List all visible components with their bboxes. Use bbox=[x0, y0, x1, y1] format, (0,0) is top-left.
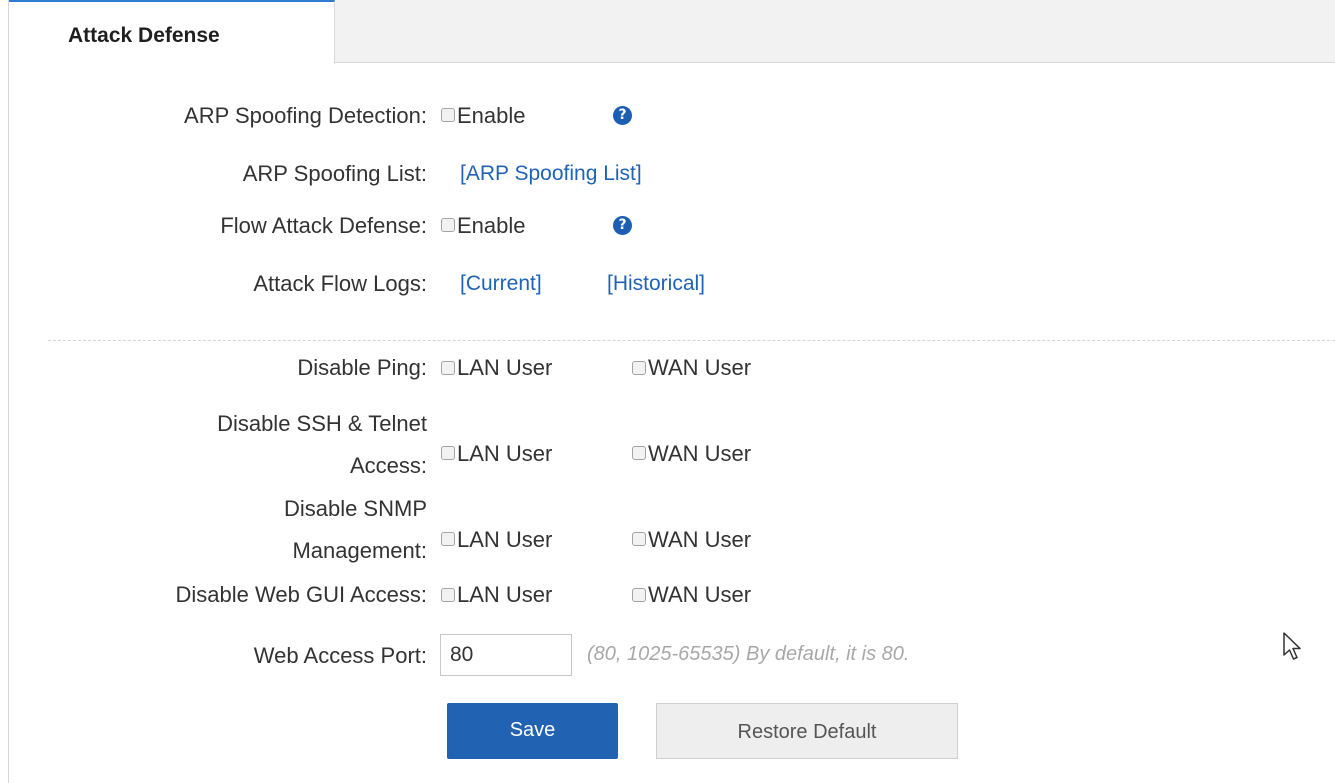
disable-snmp-wan-checkbox[interactable] bbox=[632, 532, 646, 546]
disable-web-lan-text: LAN User bbox=[457, 582, 553, 607]
flow-defense-enable-text: Enable bbox=[457, 213, 526, 238]
arp-detection-label: ARP Spoofing Detection: bbox=[184, 103, 427, 128]
disable-ssh-wan-text: WAN User bbox=[648, 441, 752, 466]
mouse-pointer-icon bbox=[1283, 632, 1301, 660]
disable-snmp-lan-checkbox[interactable] bbox=[441, 532, 455, 546]
tab-label: Attack Defense bbox=[68, 24, 220, 47]
flow-defense-checkbox[interactable] bbox=[441, 218, 455, 232]
disable-ssh-label-line1: Disable SSH & Telnet bbox=[217, 411, 427, 436]
disable-snmp-label-line1: Disable SNMP bbox=[283, 496, 427, 521]
disable-snmp-label-line2: Management: bbox=[292, 538, 427, 563]
disable-ping-wan-checkbox[interactable] bbox=[632, 361, 646, 375]
disable-ping-lan-checkbox[interactable] bbox=[441, 361, 455, 375]
disable-web-wan-checkbox[interactable] bbox=[632, 588, 646, 602]
section-divider bbox=[48, 340, 1335, 341]
disable-web-gui-label: Disable Web GUI Access: bbox=[175, 582, 427, 607]
disable-web-wan-text: WAN User bbox=[648, 582, 752, 607]
historical-logs-link[interactable]: [Historical] bbox=[607, 272, 705, 296]
disable-ssh-lan-text: LAN User bbox=[457, 441, 553, 466]
disable-snmp-wan-text: WAN User bbox=[648, 527, 752, 552]
disable-ping-label: Disable Ping: bbox=[297, 355, 427, 380]
disable-ping-lan-text: LAN User bbox=[457, 355, 553, 380]
web-access-port-label: Web Access Port: bbox=[253, 643, 427, 668]
left-frame-border bbox=[8, 0, 9, 783]
disable-ssh-lan-checkbox[interactable] bbox=[441, 446, 455, 460]
arp-spoofing-list-link[interactable]: [ARP Spoofing List] bbox=[460, 162, 642, 186]
tab-attack-defense[interactable]: Attack Defense bbox=[9, 0, 335, 64]
web-access-port-input[interactable] bbox=[440, 634, 572, 676]
question-circle-icon[interactable]: ? bbox=[613, 106, 632, 125]
save-button[interactable]: Save bbox=[447, 703, 618, 759]
restore-default-button[interactable]: Restore Default bbox=[656, 703, 958, 759]
disable-ssh-wan-checkbox[interactable] bbox=[632, 446, 646, 460]
arp-detection-enable-text: Enable bbox=[457, 103, 526, 128]
disable-ping-wan-text: WAN User bbox=[648, 355, 752, 380]
flow-defense-label: Flow Attack Defense: bbox=[220, 213, 427, 238]
disable-snmp-lan-text: LAN User bbox=[457, 527, 553, 552]
question-circle-icon[interactable]: ? bbox=[613, 216, 632, 235]
attack-flow-logs-label: Attack Flow Logs: bbox=[253, 271, 427, 296]
disable-snmp-label: Disable SNMP Management: bbox=[284, 488, 427, 572]
disable-ssh-label: Disable SSH & Telnet Access: bbox=[217, 403, 427, 487]
disable-ssh-label-line2: Access: bbox=[349, 453, 427, 478]
arp-list-label: ARP Spoofing List: bbox=[242, 161, 427, 186]
web-port-hint: (80, 1025-65535) By default, it is 80. bbox=[587, 643, 910, 665]
arp-detection-checkbox[interactable] bbox=[441, 108, 455, 122]
current-logs-link[interactable]: [Current] bbox=[460, 272, 542, 296]
disable-web-lan-checkbox[interactable] bbox=[441, 588, 455, 602]
